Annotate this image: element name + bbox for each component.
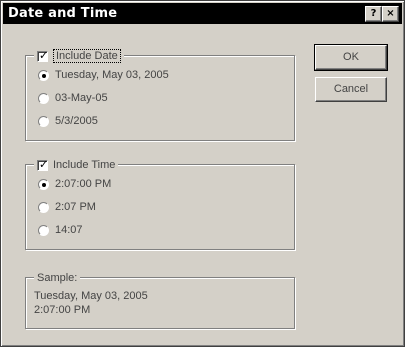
ok-button[interactable]: OK xyxy=(314,44,388,71)
include-time-checkbox[interactable]: ✓ xyxy=(37,157,49,171)
dialog-title: Date and Time xyxy=(8,6,118,21)
date-option-label: 5/3/2005 xyxy=(55,115,98,127)
include-time-label: Include Time xyxy=(53,159,116,171)
include-date-checkbox-row[interactable]: ✓ Include Date xyxy=(34,48,124,64)
include-date-label: Include Date xyxy=(53,49,121,63)
date-option-numeric[interactable]: 5/3/2005 xyxy=(38,115,98,127)
check-icon: ✓ xyxy=(39,157,49,171)
radio-button[interactable] xyxy=(38,201,49,213)
radio-selected-dot xyxy=(42,182,46,187)
close-button[interactable]: × xyxy=(382,6,399,22)
time-option-label: 14:07 xyxy=(55,224,83,236)
sample-label: Sample: xyxy=(34,270,81,286)
include-date-checkbox[interactable]: ✓ xyxy=(37,48,49,62)
date-option-label: Tuesday, May 03, 2005 xyxy=(55,69,169,81)
include-time-checkbox-row[interactable]: ✓ Include Time xyxy=(34,157,119,173)
radio-button[interactable] xyxy=(38,115,49,127)
date-option-long[interactable]: Tuesday, May 03, 2005 xyxy=(38,69,169,81)
radio-button[interactable] xyxy=(38,69,49,81)
date-option-label: 03-May-05 xyxy=(55,92,108,104)
title-bar[interactable]: Date and Time ? × xyxy=(3,3,402,24)
sample-time-text: 2:07:00 PM xyxy=(34,304,91,316)
time-option-long[interactable]: 2:07:00 PM xyxy=(38,178,111,190)
time-option-short[interactable]: 2:07 PM xyxy=(38,201,96,213)
radio-button[interactable] xyxy=(38,224,49,236)
radio-selected-dot xyxy=(42,73,46,78)
cancel-button[interactable]: Cancel xyxy=(315,77,387,102)
close-icon: × xyxy=(386,8,395,19)
date-option-short[interactable]: 03-May-05 xyxy=(38,92,108,104)
sample-group: Sample: Tuesday, May 03, 2005 2:07:00 PM xyxy=(25,270,295,329)
help-button[interactable]: ? xyxy=(365,6,382,22)
time-option-label: 2:07 PM xyxy=(55,201,96,213)
radio-button[interactable] xyxy=(38,92,49,104)
date-time-dialog: Date and Time ? × ✓ Include Date Tuesday… xyxy=(0,0,405,347)
include-time-group: ✓ Include Time 2:07:00 PM 2:07 PM 14:07 xyxy=(25,157,295,250)
sample-date-text: Tuesday, May 03, 2005 xyxy=(34,290,148,302)
time-option-24h[interactable]: 14:07 xyxy=(38,224,83,236)
radio-button[interactable] xyxy=(38,178,49,190)
help-icon: ? xyxy=(370,8,377,19)
check-icon: ✓ xyxy=(39,48,49,62)
include-date-group: ✓ Include Date Tuesday, May 03, 2005 03-… xyxy=(25,48,295,141)
time-option-label: 2:07:00 PM xyxy=(55,178,112,190)
